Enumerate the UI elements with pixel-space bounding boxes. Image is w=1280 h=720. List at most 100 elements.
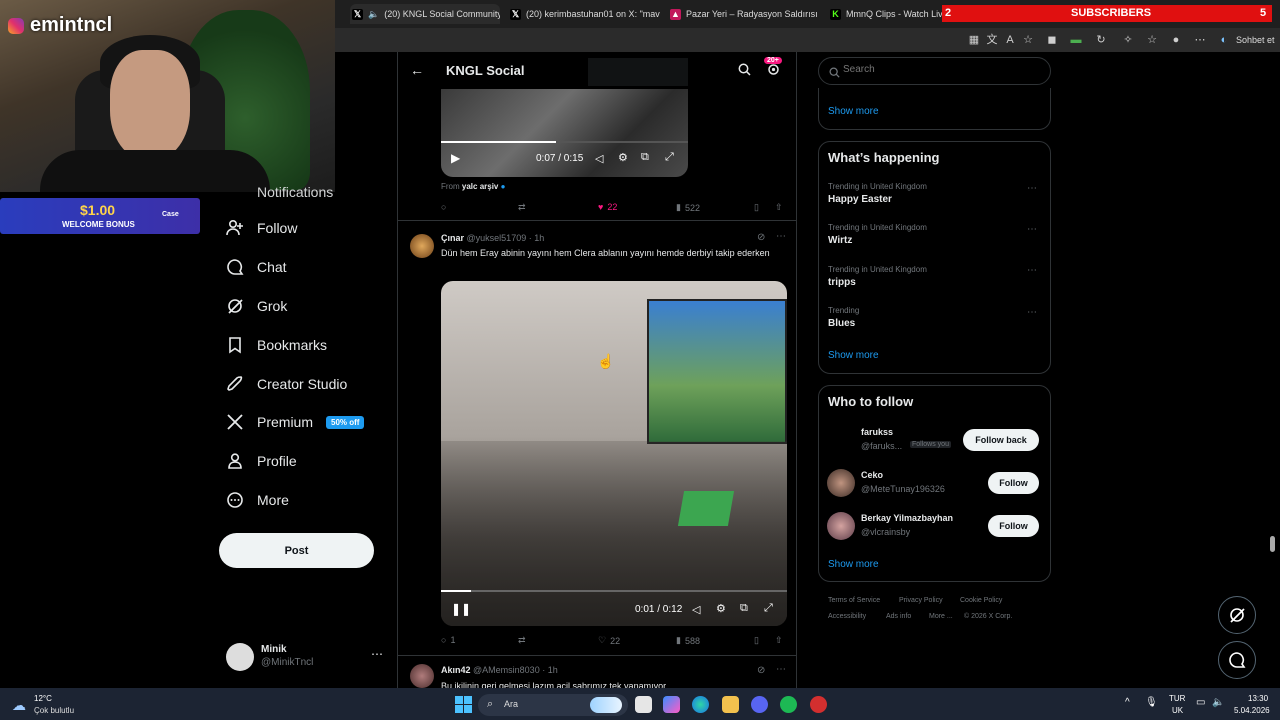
- nav-notifications[interactable]: Notifications: [226, 180, 333, 204]
- suggestion-name[interactable]: farukss: [861, 427, 893, 437]
- follow-button[interactable]: Follow: [988, 515, 1039, 537]
- settings-gear-icon[interactable]: [767, 63, 780, 81]
- fullscreen-icon[interactable]: ⤢: [665, 151, 674, 164]
- read-aloud-icon[interactable]: A: [1003, 33, 1017, 47]
- video-settings-icon[interactable]: ⚙: [716, 602, 726, 615]
- bookmark-icon[interactable]: ▯: [754, 635, 759, 646]
- volume-icon[interactable]: ◁: [595, 152, 603, 165]
- more-dots-icon[interactable]: ⋯: [371, 647, 383, 661]
- more-menu-icon[interactable]: ⋯: [1193, 33, 1207, 47]
- translate-icon[interactable]: 文: [985, 33, 999, 47]
- footer-link[interactable]: More ...: [929, 613, 953, 620]
- nav-premium[interactable]: Premium 50% off: [226, 410, 365, 434]
- clock-date[interactable]: 5.04.2026: [1234, 706, 1270, 715]
- show-more-link[interactable]: Show more: [828, 559, 879, 570]
- file-explorer-icon[interactable]: [722, 696, 739, 713]
- favorite-star-icon[interactable]: ☆: [1021, 33, 1035, 47]
- footer-link[interactable]: Privacy Policy: [899, 597, 943, 604]
- scrollbar-thumb[interactable]: [1270, 536, 1275, 552]
- weather-temp[interactable]: 12°C: [34, 694, 52, 703]
- weather-text[interactable]: Çok bulutlu: [34, 706, 74, 715]
- microphone-icon[interactable]: 🎙: [1145, 697, 1158, 708]
- more-dots-icon[interactable]: ⋯: [776, 231, 786, 242]
- avatar[interactable]: [827, 469, 855, 497]
- profile-icon[interactable]: ●: [1169, 33, 1183, 47]
- pip-icon[interactable]: ⧉: [641, 151, 649, 164]
- post-button[interactable]: Post: [219, 533, 374, 568]
- pip-icon[interactable]: ⧉: [740, 602, 748, 615]
- region-indicator[interactable]: UK: [1172, 706, 1183, 715]
- search-icon[interactable]: [738, 63, 751, 79]
- share-icon[interactable]: ⇧: [775, 202, 783, 213]
- speaker-icon[interactable]: 🔈: [1212, 697, 1224, 708]
- fullscreen-icon[interactable]: ⤢: [764, 602, 773, 615]
- more-dots-icon[interactable]: ⋯: [776, 664, 786, 675]
- author-handle[interactable]: @yuksel51709: [467, 233, 527, 243]
- task-view-icon[interactable]: [635, 696, 652, 713]
- nav-chat[interactable]: Chat: [226, 255, 287, 279]
- edge-browser-icon[interactable]: [692, 696, 709, 713]
- nav-creator-studio[interactable]: Creator Studio: [226, 372, 347, 396]
- browser-tab-3[interactable]: ▲ Pazar Yeri – Radyasyon Saldırısı Et: [670, 4, 820, 24]
- browser-tab-2[interactable]: 𝕏 (20) kerimbastuhan01 on X: "mavi: [510, 4, 660, 24]
- volume-icon[interactable]: ◁: [692, 603, 700, 616]
- play-icon[interactable]: ▶: [451, 151, 460, 165]
- nav-follow[interactable]: Follow: [226, 216, 297, 240]
- views-button[interactable]: ▮ 522: [676, 202, 700, 213]
- collections-icon[interactable]: ☆: [1145, 33, 1159, 47]
- back-arrow-icon[interactable]: ←: [410, 62, 424, 78]
- like-button[interactable]: ♡ 22: [598, 635, 620, 646]
- puzzle-icon[interactable]: ✧: [1121, 33, 1135, 47]
- author-name[interactable]: Akın42: [441, 665, 471, 675]
- nav-grok[interactable]: Grok: [226, 294, 287, 318]
- avatar[interactable]: [827, 425, 855, 453]
- footer-link[interactable]: Accessibility: [828, 613, 866, 620]
- author-handle[interactable]: @AMemsin8030: [473, 665, 540, 675]
- discord-icon[interactable]: [751, 696, 768, 713]
- follow-button[interactable]: Follow: [988, 472, 1039, 494]
- account-switcher[interactable]: Minik @MinikTncl ⋯: [226, 640, 386, 676]
- trend-item[interactable]: Happy Easter: [828, 194, 892, 205]
- browser-tab-4[interactable]: K MmnQ Clips - Watch Live o: [830, 4, 942, 24]
- more-dots-icon[interactable]: ⋯: [1027, 183, 1037, 194]
- video-progress-track[interactable]: [441, 590, 787, 592]
- reply-icon[interactable]: ○: [441, 202, 446, 212]
- retweet-icon[interactable]: ⇄: [518, 635, 526, 646]
- copilot-app-icon[interactable]: [663, 696, 680, 713]
- avatar[interactable]: [827, 512, 855, 540]
- clock-time[interactable]: 13:30: [1248, 694, 1268, 703]
- copilot-label[interactable]: Sohbet et: [1236, 35, 1275, 45]
- bookmark-icon[interactable]: ▯: [754, 202, 759, 213]
- source-account-link[interactable]: yalc arşiv: [462, 182, 498, 191]
- grok-icon[interactable]: ⊘: [757, 232, 765, 243]
- suggestion-name[interactable]: Berkay Yilmazbayhan: [861, 513, 953, 523]
- nav-more[interactable]: More: [226, 488, 289, 512]
- footer-link[interactable]: Ads info: [886, 613, 911, 620]
- browser-tab-1[interactable]: 𝕏 🔈 (20) KNGL Social Community: [350, 4, 500, 24]
- share-icon[interactable]: ⇧: [775, 635, 783, 646]
- grok-icon[interactable]: ⊘: [757, 665, 765, 676]
- spotify-icon[interactable]: [780, 696, 797, 713]
- copilot-icon[interactable]: ◐: [1217, 33, 1231, 47]
- messages-fab-button[interactable]: [1218, 641, 1256, 679]
- footer-link[interactable]: Terms of Service: [828, 597, 880, 604]
- chevron-up-icon[interactable]: ^: [1125, 697, 1130, 708]
- more-dots-icon[interactable]: ⋯: [1027, 307, 1037, 318]
- follow-back-button[interactable]: Follow back: [963, 429, 1039, 451]
- more-dots-icon[interactable]: ⋯: [1027, 265, 1037, 276]
- trend-item[interactable]: Blues: [828, 318, 855, 329]
- grid-icon[interactable]: ▦: [967, 33, 981, 47]
- reply-button[interactable]: ○ 1: [441, 635, 455, 645]
- retweet-icon[interactable]: ⇄: [518, 202, 526, 213]
- refresh-extension-icon[interactable]: ↻: [1094, 33, 1108, 47]
- like-button[interactable]: ♥ 22: [598, 202, 617, 212]
- extension-green-icon[interactable]: ▬: [1069, 33, 1083, 47]
- search-input[interactable]: [843, 64, 1033, 75]
- search-box[interactable]: [818, 57, 1051, 85]
- more-dots-icon[interactable]: ⋯: [1027, 224, 1037, 235]
- show-more-link[interactable]: Show more: [828, 106, 879, 117]
- suggestion-name[interactable]: Ceko: [861, 470, 883, 480]
- video-settings-icon[interactable]: ⚙: [618, 151, 628, 164]
- footer-link[interactable]: Cookie Policy: [960, 597, 1002, 604]
- author-name[interactable]: Çınar: [441, 233, 464, 243]
